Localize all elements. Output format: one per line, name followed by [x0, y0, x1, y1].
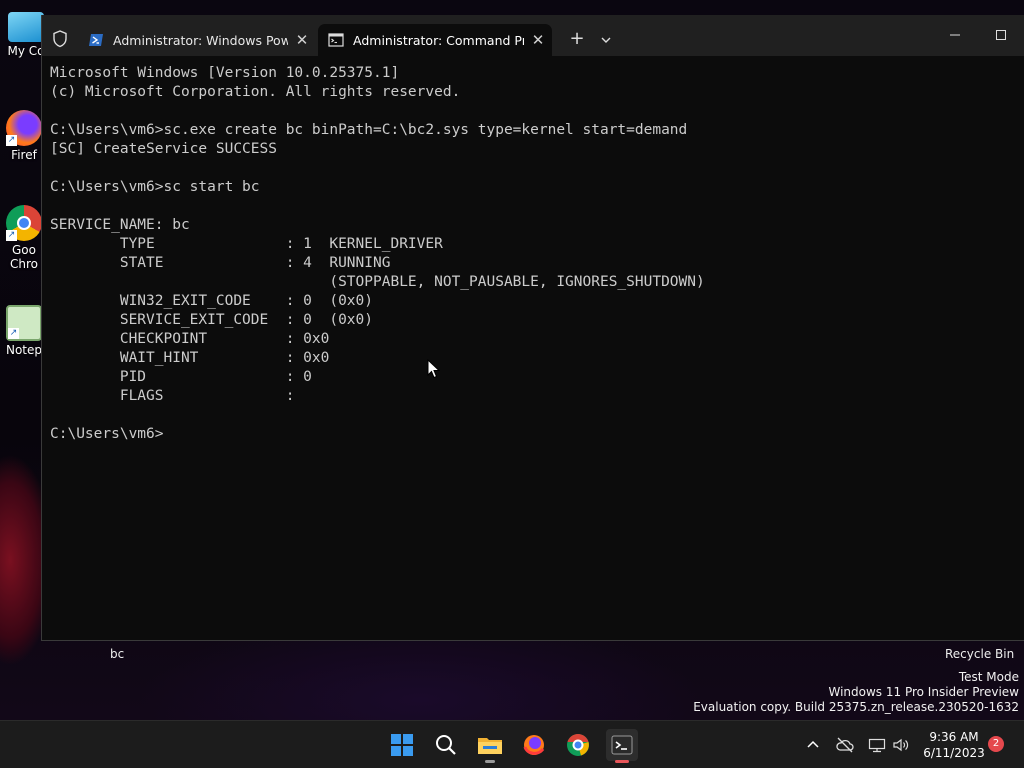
file-explorer-icon: [478, 738, 502, 754]
file-explorer-button[interactable]: [474, 729, 506, 763]
close-icon[interactable]: ✕: [288, 31, 316, 49]
console-line: WAIT_HINT : 0x0: [50, 350, 330, 366]
volume-button[interactable]: [891, 735, 911, 755]
tab-title: Administrator: Command Pro: [353, 32, 524, 48]
terminal-taskbar-button[interactable]: [606, 729, 638, 763]
chevron-down-icon[interactable]: [596, 29, 616, 51]
console-line: Microsoft Windows [Version 10.0.25375.1]: [50, 65, 400, 81]
watermark-line: Evaluation copy. Build 25375.zn_release.…: [693, 700, 1019, 714]
tab-command-prompt[interactable]: Administrator: Command Pro ✕: [318, 24, 552, 56]
clock-time: 9:36 AM: [929, 730, 979, 744]
close-icon[interactable]: ✕: [524, 31, 552, 49]
tab-powershell[interactable]: Administrator: Windows Power ✕: [78, 24, 316, 56]
console-line: C:\Users\vm6>sc.exe create bc binPath=C:…: [50, 122, 688, 138]
powershell-icon: [89, 34, 103, 46]
running-indicator: [615, 760, 629, 763]
new-tab-button[interactable]: +: [566, 29, 588, 51]
network-icon: [868, 738, 886, 753]
console-line: STATE : 4 RUNNING: [50, 255, 391, 271]
search-icon: [436, 735, 456, 755]
clock-date: 6/11/2023: [923, 746, 985, 760]
console-line: TYPE : 1 KERNEL_DRIVER: [50, 236, 443, 252]
search-button[interactable]: [430, 729, 462, 761]
cloud-offline-icon: [836, 737, 854, 753]
console-line: C:\Users\vm6>sc start bc: [50, 179, 260, 195]
running-indicator: [485, 760, 495, 763]
watermark-line: Test Mode: [958, 670, 1019, 684]
title-bar[interactable]: Administrator: Windows Power ✕ Administr…: [42, 15, 1024, 56]
chrome-icon: [567, 734, 589, 756]
firefox-icon: ↗: [6, 110, 42, 146]
tab-title: Administrator: Windows Power: [113, 32, 288, 48]
recycle-bin-label[interactable]: Recycle Bin: [945, 647, 1014, 661]
mouse-cursor-icon: [427, 359, 441, 379]
console-line: FLAGS :: [50, 388, 295, 404]
minimize-icon: [950, 34, 960, 36]
console-line: C:\Users\vm6>: [50, 426, 164, 442]
test-mode-watermark: Test Mode Windows 11 Pro Insider Preview…: [693, 670, 1019, 715]
console-line: CHECKPOINT : 0x0: [50, 331, 330, 347]
computer-icon: [8, 12, 44, 42]
console-output[interactable]: Microsoft Windows [Version 10.0.25375.1]…: [50, 64, 1016, 444]
start-button[interactable]: [386, 729, 418, 761]
clock[interactable]: 9:36 AM 6/11/2023: [918, 729, 990, 761]
notification-badge[interactable]: 2: [988, 736, 1004, 752]
minimize-button[interactable]: [940, 25, 970, 45]
speaker-icon: [893, 738, 909, 752]
console-line: SERVICE_NAME: bc: [50, 217, 190, 233]
shortcut-arrow-icon: ↗: [6, 135, 17, 146]
shortcut-arrow-icon: ↗: [8, 328, 19, 339]
console-line: (c) Microsoft Corporation. All rights re…: [50, 84, 461, 100]
onedrive-button[interactable]: [835, 735, 855, 755]
maximize-button[interactable]: [986, 25, 1016, 45]
console-line: SERVICE_EXIT_CODE : 0 (0x0): [50, 312, 374, 328]
cmd-icon: [328, 33, 344, 47]
firefox-icon: [523, 735, 545, 755]
shield-icon: [53, 30, 67, 48]
network-button[interactable]: [867, 735, 887, 755]
firefox-taskbar-button[interactable]: [518, 729, 550, 761]
taskbar: [0, 720, 1024, 768]
start-icon: [391, 734, 413, 756]
notepad-icon: ↗: [6, 305, 42, 341]
console-line: WIN32_EXIT_CODE : 0 (0x0): [50, 293, 374, 309]
chevron-up-icon: [807, 740, 819, 748]
chrome-taskbar-button[interactable]: [562, 729, 594, 761]
chrome-icon: ↗: [6, 205, 42, 241]
shortcut-arrow-icon: ↗: [6, 230, 17, 241]
desktop-item-label-bc[interactable]: bc: [110, 647, 124, 661]
console-line: PID : 0: [50, 369, 312, 385]
tray-overflow-button[interactable]: [803, 735, 823, 755]
terminal-icon: [611, 735, 633, 755]
console-line: (STOPPABLE, NOT_PAUSABLE, IGNORES_SHUTDO…: [50, 274, 705, 290]
maximize-icon: [996, 30, 1006, 40]
console-line: [SC] CreateService SUCCESS: [50, 141, 277, 157]
terminal-window[interactable]: Administrator: Windows Power ✕ Administr…: [41, 15, 1024, 641]
watermark-line: Windows 11 Pro Insider Preview: [828, 685, 1019, 699]
